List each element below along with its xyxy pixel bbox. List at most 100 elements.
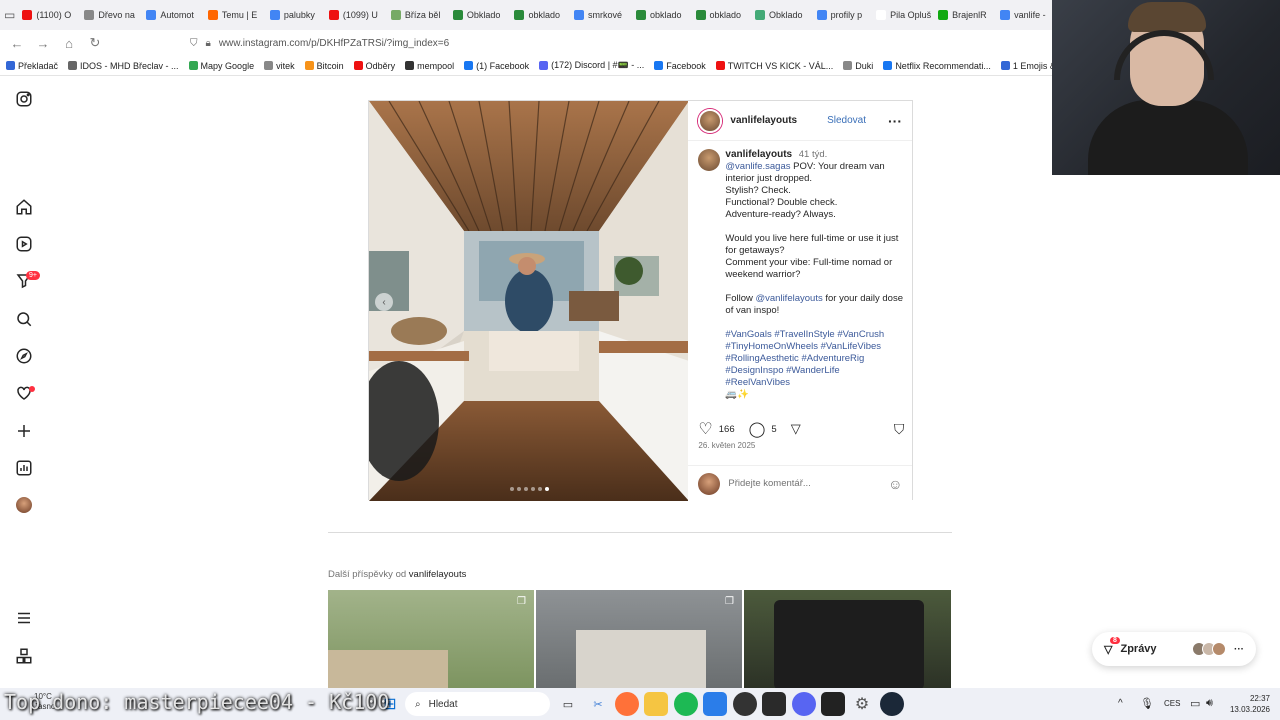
reload-icon[interactable]: ↻ [84, 32, 106, 54]
network-icon[interactable]: ▭ [1190, 697, 1200, 710]
bookmark-item[interactable]: Mapy Google [188, 61, 254, 71]
volume-icon[interactable]: 🔊︎ [1206, 697, 1213, 710]
caption-avatar[interactable] [698, 149, 721, 171]
browser-tab[interactable]: BrajenlR [931, 2, 993, 28]
create-plus-icon[interactable] [14, 421, 34, 441]
bookmark-item[interactable]: TWITCH VS KICK - VÁL... [715, 61, 833, 71]
author-avatar[interactable] [698, 108, 723, 133]
search-icon: ⌕ [415, 698, 421, 710]
firefox-icon[interactable] [615, 692, 639, 716]
reels-icon[interactable] [14, 234, 34, 254]
address-bar[interactable]: ⛉ 🔒︎ www.instagram.com/p/DKHfPZaTRSi/?im… [190, 32, 950, 54]
messages-button[interactable]: ▽ 8 Zprávy ··· [1092, 632, 1256, 666]
obs-icon[interactable] [733, 692, 757, 716]
bookmark-item[interactable]: Facebook [654, 61, 706, 71]
comment-icon[interactable]: ◯ [749, 420, 766, 438]
bookmark-item[interactable]: mempool [405, 61, 454, 71]
browser-tab[interactable]: vanlife - [993, 2, 1052, 28]
file-explorer-icon[interactable] [644, 692, 668, 716]
browser-tab[interactable]: (1100) O [15, 2, 77, 28]
bookmark-item[interactable]: IDOS - MHD Břeclav - ... [68, 61, 179, 71]
browser-tab[interactable]: Temu | E [201, 2, 263, 28]
taskbar-search[interactable]: ⌕ Hledat [405, 692, 550, 716]
caption-mention-2[interactable]: @vanlifelayouts [756, 293, 823, 304]
browser-tab[interactable]: Obklado [748, 2, 810, 28]
browser-tab[interactable]: profily p [810, 2, 870, 28]
caption-mention-1[interactable]: @vanlife.sagas [725, 161, 790, 172]
tracking-shield-icon[interactable]: ⛉ [190, 38, 198, 49]
bookmark-item[interactable]: vitek [264, 61, 295, 71]
bookmark-item[interactable]: (172) Discord | #📟 - ... [539, 60, 644, 71]
browser-tab[interactable]: obklado [629, 2, 689, 28]
url-text[interactable]: www.instagram.com/p/DKHfPZaTRSi/?img_ind… [219, 38, 449, 49]
home-nav-icon[interactable] [14, 197, 34, 217]
forward-icon[interactable]: → [32, 32, 54, 54]
input-language[interactable]: CES [1164, 699, 1180, 708]
epic-games-icon[interactable] [821, 692, 845, 716]
browser-tab[interactable]: obklado [507, 2, 567, 28]
microphone-icon[interactable]: 🎙︎ [1140, 697, 1154, 710]
bookmark-item[interactable]: Bitcoin [304, 61, 344, 71]
menu-icon[interactable] [14, 608, 34, 628]
browser-tab[interactable]: obklado [689, 2, 749, 28]
apps-icon[interactable] [14, 646, 34, 666]
task-view-icon[interactable]: ▭ [556, 692, 580, 716]
app-icon[interactable] [762, 692, 786, 716]
snipping-tool-icon[interactable]: ✂ [586, 692, 610, 716]
browser-tab[interactable]: Obklado [446, 2, 508, 28]
bookmark-item[interactable]: Netflix Recommendati... [883, 61, 991, 71]
tab-favicon-icon [1000, 10, 1011, 20]
browser-tab[interactable]: Dřevo na [77, 2, 139, 28]
share-icon[interactable]: ▽ [791, 421, 801, 437]
author-username[interactable]: vanlifelayouts [730, 115, 797, 126]
bookmark-favicon-icon [843, 61, 853, 70]
tab-label: obklado [709, 10, 742, 20]
bookmark-item[interactable]: Překladač [6, 61, 58, 71]
follow-button[interactable]: Sledovat [827, 115, 866, 126]
messages-more-icon[interactable]: ··· [1234, 644, 1244, 655]
more-options-icon[interactable]: ··· [888, 113, 902, 129]
browser-tab[interactable]: palubky [263, 2, 322, 28]
caption-author[interactable]: vanlifelayouts [725, 149, 792, 160]
dashboard-icon[interactable] [14, 458, 34, 478]
more-posts-author[interactable]: vanlifelayouts [409, 569, 467, 580]
bookmark-item[interactable]: Odběry [353, 61, 395, 71]
discord-icon[interactable] [792, 692, 816, 716]
like-icon[interactable]: ♡ [698, 419, 712, 439]
like-count[interactable]: 166 [719, 424, 735, 435]
home-icon[interactable]: ⌂ [58, 32, 80, 54]
van-interior-photo[interactable]: ‹ [369, 101, 689, 501]
more-post-thumb-3[interactable] [744, 590, 951, 688]
tab-label: Temu | E [221, 10, 258, 20]
save-bookmark-icon[interactable]: ⛉ [894, 421, 905, 438]
explore-icon[interactable] [14, 346, 34, 366]
post-caption: vanlifelayouts 41 týd. @vanlife.sagas PO… [725, 149, 905, 401]
more-post-thumb-2[interactable]: ❐ [536, 590, 742, 688]
tab-overview-icon[interactable]: ▭ [4, 4, 15, 26]
calculator-icon[interactable] [703, 692, 727, 716]
tray-chevron-icon[interactable]: ^ [1118, 698, 1123, 709]
instagram-logo-icon[interactable] [14, 89, 34, 109]
tab-label: vanlife - [1014, 10, 1046, 20]
bookmark-item[interactable]: Duki [843, 61, 873, 71]
more-post-thumb-1[interactable]: ❐ [328, 590, 534, 688]
emoji-icon[interactable]: ☺ [888, 476, 902, 492]
carousel-prev-button[interactable]: ‹ [375, 293, 393, 311]
spotify-icon[interactable] [674, 692, 698, 716]
caption-hashtags[interactable]: #VanGoals #TravelInStyle #VanCrush #Tiny… [725, 329, 884, 388]
settings-icon[interactable]: ⚙ [850, 692, 874, 716]
browser-tab[interactable]: Bříza běl [384, 2, 446, 28]
lock-icon[interactable]: 🔒︎ [206, 38, 211, 49]
browser-tab[interactable]: Automot [139, 2, 201, 28]
clock[interactable]: 22:37 13.03.2026 [1226, 693, 1270, 715]
browser-tab[interactable]: smrkové [567, 2, 629, 28]
search-icon[interactable] [14, 309, 34, 329]
browser-tab[interactable]: (1099) U [322, 2, 384, 28]
bookmark-item[interactable]: (1) Facebook [464, 61, 529, 71]
browser-tab[interactable]: Pila Opluštil [869, 2, 931, 28]
steam-icon[interactable] [880, 692, 904, 716]
comment-input[interactable]: Přidejte komentář... [728, 478, 880, 489]
bookmark-item[interactable]: 1 Emojis & Text | 1₁'0'... [1000, 61, 1052, 71]
profile-avatar[interactable] [14, 495, 34, 515]
back-icon[interactable]: ← [6, 32, 28, 54]
